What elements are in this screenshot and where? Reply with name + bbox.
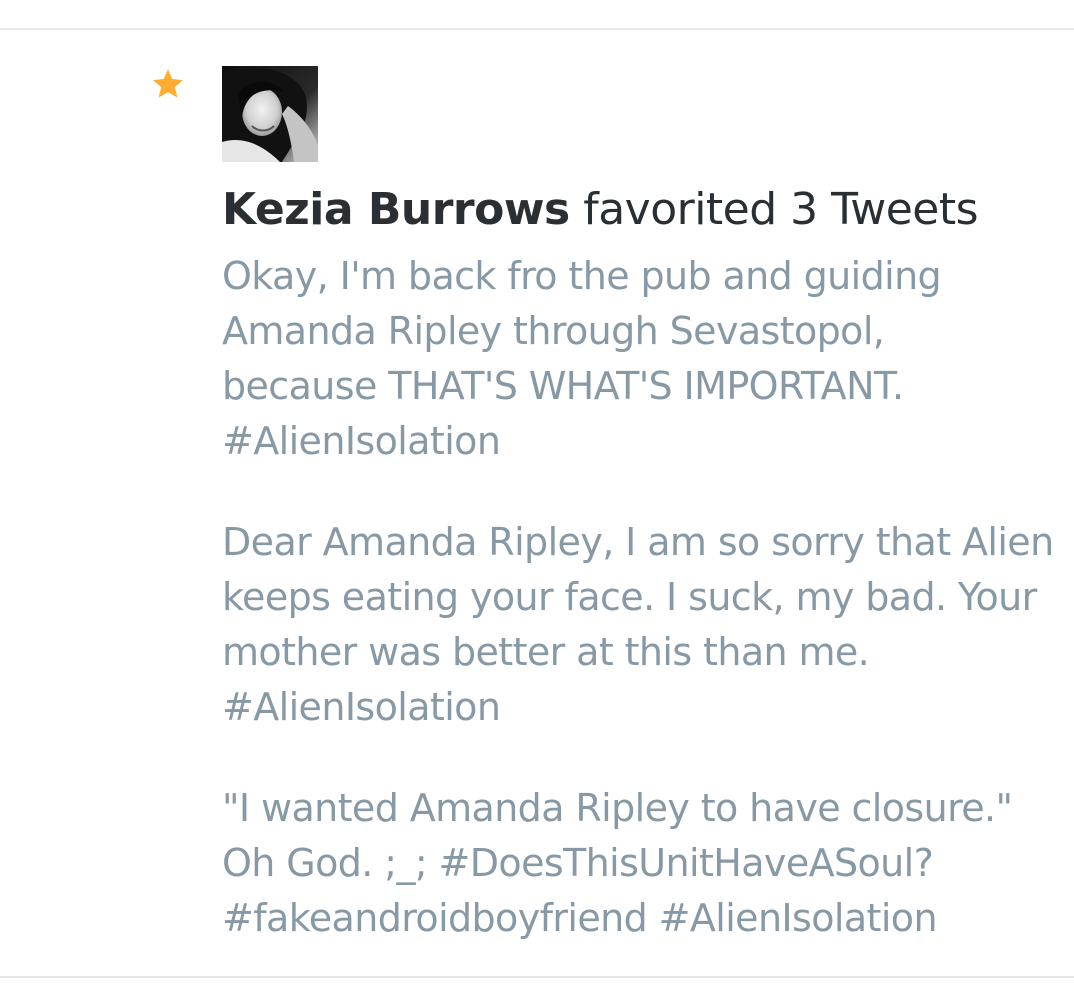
tweet-text[interactable]: "I wanted Amanda Ripley to have closure.… (222, 781, 1062, 946)
action-text: favorited 3 Tweets (583, 184, 979, 235)
tweet-line: Okay, I'm back fro the pub and guiding (222, 254, 942, 298)
user-name[interactable]: Kezia Burrows (222, 184, 570, 235)
tweet-line: Oh God. ;_; #DoesThisUnitHaveASoul? (222, 841, 934, 885)
tweet-line: #AlienIsolation (222, 685, 501, 729)
tweet-line: #AlienIsolation (222, 419, 501, 463)
star-icon (153, 69, 183, 98)
tweet-line: "I wanted Amanda Ripley to have closure.… (222, 786, 1013, 830)
avatar[interactable] (222, 66, 318, 162)
tweet-line: keeps eating your face. I suck, my bad. … (222, 575, 1037, 619)
bottom-divider (0, 976, 1074, 978)
notification-screen: Kezia Burrows favorited 3 Tweets Okay, I… (0, 0, 1074, 1002)
tweet-line: #fakeandroidboyfriend #AlienIsolation (222, 896, 938, 940)
top-divider (0, 28, 1074, 30)
tweet-text[interactable]: Okay, I'm back fro the pub and guiding A… (222, 249, 1062, 469)
tweet-line: mother was better at this than me. (222, 630, 870, 674)
avatar-photo (222, 66, 318, 162)
tweet-line: because THAT'S WHAT'S IMPORTANT. (222, 364, 904, 408)
notification-headline: Kezia Burrows favorited 3 Tweets (222, 182, 979, 238)
tweet-line: Amanda Ripley through Sevastopol, (222, 309, 885, 353)
tweet-line: Dear Amanda Ripley, I am so sorry that A… (222, 520, 1054, 564)
tweet-text[interactable]: Dear Amanda Ripley, I am so sorry that A… (222, 515, 1062, 735)
